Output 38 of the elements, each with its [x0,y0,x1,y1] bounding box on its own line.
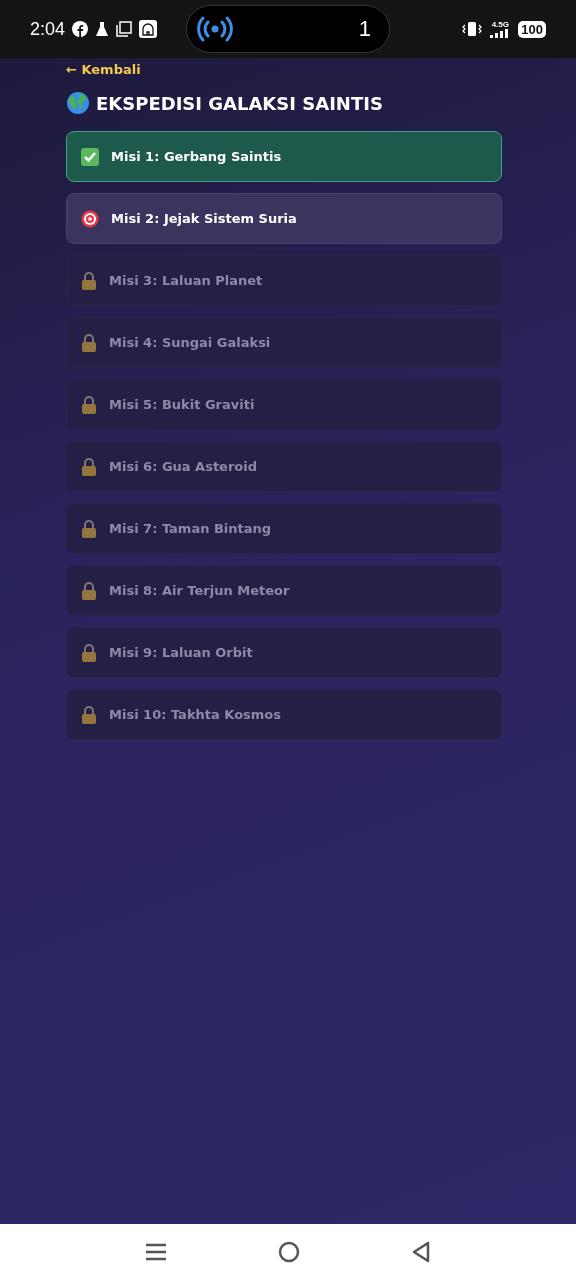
mission-card[interactable]: Misi 3: Laluan Planet [66,255,502,306]
page-title: EKSPEDISI GALAKSI SAINTIS [96,92,383,114]
mosque-icon [139,20,158,38]
mission-card[interactable]: Misi 10: Takhta Kosmos [66,689,502,740]
signal-icon [490,28,511,38]
battery-level: 100 [518,20,546,38]
mission-card[interactable]: Misi 9: Laluan Orbit [66,627,502,678]
home-icon[interactable] [278,1241,300,1263]
mission-card[interactable]: Misi 5: Bukit Graviti [66,379,502,430]
status-time: 2:04 [30,18,66,40]
mission-card[interactable]: Misi 7: Taman Bintang [66,503,502,554]
mission-card[interactable]: Misi 4: Sungai Galaksi [66,317,502,368]
network-type: 4.5G [491,20,509,29]
lock-icon [81,643,97,662]
facebook-icon [72,21,89,37]
check-icon [81,147,99,166]
vibrate-icon [462,21,483,37]
back-icon[interactable] [410,1241,431,1263]
mission-card[interactable]: Misi 8: Air Terjun Meteor [66,565,502,616]
globe-icon [66,91,90,115]
lock-icon [81,705,97,724]
back-link[interactable]: ← Kembali [66,62,141,77]
lock-icon [81,395,97,414]
lock-icon [81,333,97,352]
pages-icon [116,21,133,37]
lock-icon [81,581,97,600]
activity-pill[interactable]: 1 [186,5,390,53]
mission-card[interactable]: Misi 1: Gerbang Saintis [66,131,502,182]
lock-icon [81,271,97,290]
pill-count: 1 [358,16,371,42]
lock-icon [81,519,97,538]
broadcast-icon [197,16,233,42]
target-icon [81,209,99,228]
flask-icon [95,21,110,37]
menu-icon[interactable] [145,1242,168,1262]
mission-card[interactable]: Misi 2: Jejak Sistem Suria [66,193,502,244]
mission-card[interactable]: Misi 6: Gua Asteroid [66,441,502,492]
lock-icon [81,457,97,476]
